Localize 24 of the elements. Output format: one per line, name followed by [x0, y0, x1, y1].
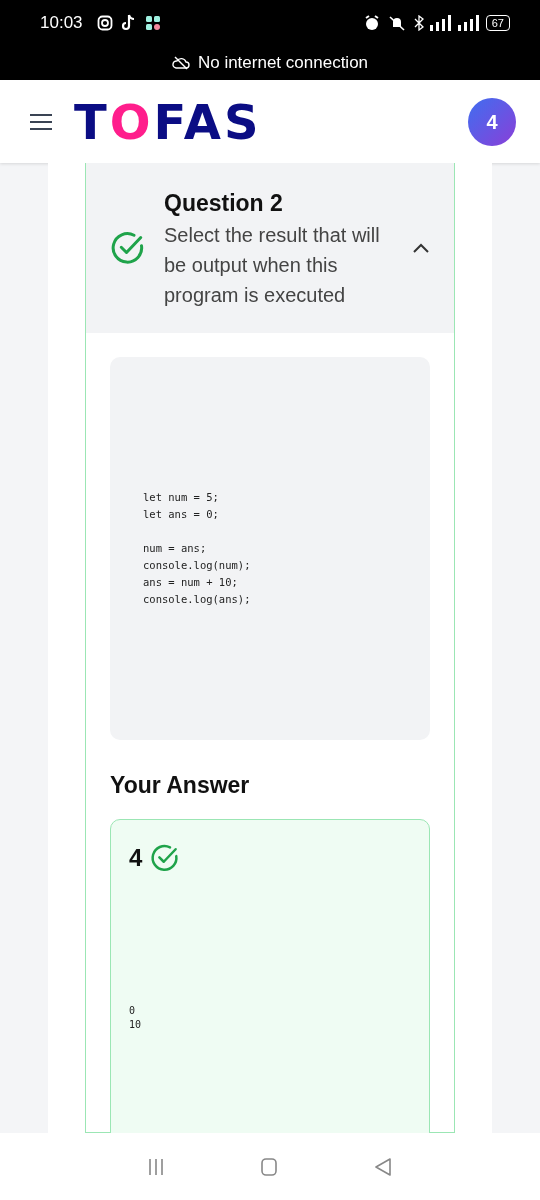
chevron-up-icon[interactable]	[412, 242, 430, 254]
clock: 10:03	[40, 12, 83, 35]
back-icon[interactable]	[374, 1157, 392, 1176]
offline-notice: No internet connection	[197, 52, 369, 75]
recent-apps-icon[interactable]	[148, 1157, 164, 1176]
battery-indicator: 67	[485, 15, 510, 31]
code-block: let num = 5; let ans = 0; num = ans; console.log(num); ans = num + 10; console.log(ans);	[110, 357, 430, 740]
logo[interactable]: TOFAS	[74, 97, 262, 146]
camera-icon	[96, 15, 113, 31]
alarm-icon	[363, 15, 380, 31]
cloud-off-icon	[171, 56, 190, 70]
answer-heading: Your Answer	[110, 771, 251, 800]
home-icon[interactable]	[260, 1157, 278, 1176]
menu-icon[interactable]	[30, 112, 52, 131]
apps-icon	[144, 15, 161, 31]
answer-value: 4	[129, 842, 143, 873]
signal-icon	[429, 15, 452, 31]
question-prompt: Select the result that will be output when this program is executed	[164, 223, 381, 309]
program-output: 0 10	[129, 1003, 143, 1032]
signal-icon	[457, 15, 480, 31]
avatar[interactable]: 4	[468, 97, 516, 146]
question-title: Question 2	[164, 188, 284, 218]
bluetooth-icon	[413, 15, 424, 31]
music-note-icon	[120, 14, 137, 32]
